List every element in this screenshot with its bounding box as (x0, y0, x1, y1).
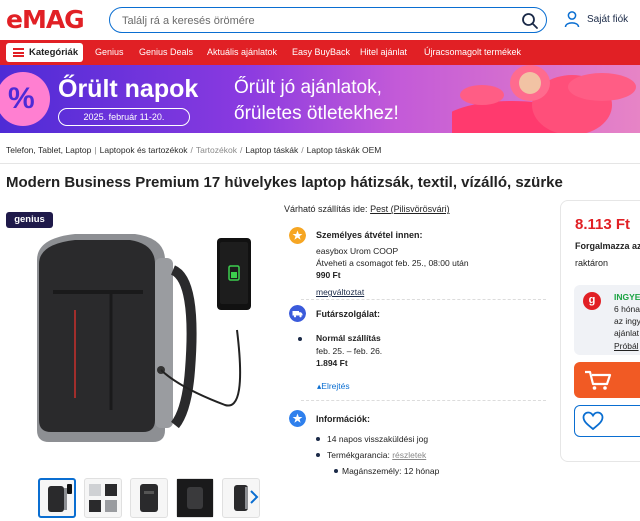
nav-link-genius[interactable]: Genius (95, 47, 124, 57)
percent-badge: % (0, 72, 50, 126)
genius-badge-label: genius (14, 214, 45, 225)
thumbnail[interactable] (176, 478, 214, 518)
bullet (334, 469, 338, 473)
categories-label: Kategóriák (29, 47, 79, 58)
courier-dates: feb. 25. – feb. 26. (316, 346, 383, 356)
shipping-estimate: Várható szállítás ide: Pest (Pilisvörösv… (284, 204, 450, 214)
product-image[interactable] (15, 220, 265, 470)
chevron-right-icon[interactable] (249, 490, 259, 504)
genius-logo-letter: g (588, 294, 596, 306)
nav-link-offers[interactable]: Aktuális ajánlatok (207, 47, 277, 57)
hide-label: Elrejtés (321, 381, 350, 391)
breadcrumb-item[interactable]: Tartozékok (196, 145, 237, 155)
banner-tagline-2: őrületes ötletekhez! (234, 103, 399, 124)
banner-date-pill: 2025. február 11-20. (58, 108, 190, 126)
breadcrumb: Telefon, Tablet, Laptop | Laptopok és tart… (6, 145, 382, 155)
search-icon[interactable] (520, 11, 540, 31)
user-icon (564, 11, 580, 28)
percent-icon: % (8, 82, 35, 115)
seller-label: Forgalmazza az (575, 241, 640, 251)
pickup-place: easybox Urom COOP (316, 246, 399, 256)
banner-date: 2025. február 11-20. (83, 112, 165, 122)
main-nav: Kategóriák Genius Genius Deals Aktuális … (0, 40, 640, 65)
banner-tagline-1: Őrült jó ajánlatok, (234, 77, 382, 98)
courier-price: 1.894 Ft (316, 358, 348, 368)
radio-selected-indicator (298, 337, 302, 341)
warranty: Termékgarancia: részletek (327, 450, 426, 460)
bullet (316, 453, 320, 457)
thumbnail[interactable] (38, 478, 76, 518)
account-menu[interactable]: Saját fiók (563, 10, 638, 30)
breadcrumb-item[interactable]: Laptop táskák (245, 145, 298, 155)
breadcrumb-item[interactable]: Laptop táskák OEM (307, 145, 382, 155)
info-star-icon (289, 410, 306, 427)
shipping-location-link[interactable]: Pest (Pilisvörösvári) (370, 204, 450, 214)
header: eMAG Saját fiók (0, 0, 640, 40)
banner-title: Őrült napok (58, 75, 199, 103)
divider (301, 400, 546, 401)
thumbnail[interactable] (130, 478, 168, 518)
nav-link-refurbished[interactable]: Újracsomagolt termékek (424, 47, 521, 57)
account-label: Saját fiók (587, 14, 629, 25)
thumbnail-strip (38, 478, 278, 518)
heart-icon (582, 411, 604, 431)
hide-shipping-link[interactable]: ▴Elrejtés (317, 381, 350, 392)
genius-badge: genius (6, 212, 53, 228)
shipping-estimate-label: Várható szállítás ide: (284, 204, 368, 214)
genius-promo-title: INGYE (614, 292, 640, 302)
info-title: Információk: (316, 414, 371, 424)
product-title: Modern Business Premium 17 hüvelykes lap… (6, 174, 563, 191)
stock-status: raktáron (575, 258, 609, 268)
genius-promo-line: az ingy (614, 316, 640, 326)
divider (0, 163, 640, 164)
pickup-title: Személyes átvétel innen: (316, 230, 423, 240)
search-input[interactable] (122, 12, 502, 29)
promo-banner[interactable]: % Őrült napok 2025. február 11-20. Őrült… (0, 65, 640, 133)
change-pickup-link[interactable]: megváltoztat (316, 287, 364, 297)
genius-promo-line: ajánlat (614, 328, 640, 338)
nav-link-buyback[interactable]: Easy BuyBack (292, 47, 350, 57)
star-icon (289, 227, 306, 244)
warranty-details-link[interactable]: részletek (392, 450, 426, 460)
breadcrumb-item[interactable]: Telefon, Tablet, Laptop (6, 145, 91, 155)
warranty-label: Termékgarancia: (327, 450, 390, 460)
breadcrumb-item[interactable]: Laptopok és tartozékok (100, 145, 188, 155)
truck-icon (289, 305, 306, 322)
thumbnail[interactable] (84, 478, 122, 518)
return-policy: 14 napos visszaküldési jog (327, 434, 429, 444)
emag-logo[interactable]: eMAG (6, 6, 85, 34)
divider (301, 299, 546, 300)
warranty-person: Magánszemély: 12 hónap (342, 466, 440, 476)
product-price: 8.113 Ft (575, 216, 631, 233)
pickup-price: 990 Ft (316, 270, 341, 280)
courier-type: Normál szállítás (316, 333, 381, 343)
menu-icon (13, 48, 24, 57)
search-bar[interactable] (109, 7, 547, 33)
bullet (316, 437, 320, 441)
nav-link-credit[interactable]: Hitel ajánlat (360, 47, 407, 57)
genius-try-link[interactable]: Próbál (614, 341, 639, 351)
categories-button[interactable]: Kategóriák (6, 43, 83, 62)
nav-link-genius-deals[interactable]: Genius Deals (139, 47, 193, 57)
inflatable-figure-illustration (452, 65, 636, 133)
genius-logo: g (583, 292, 601, 310)
courier-title: Futárszolgálat: (316, 309, 381, 319)
pickup-when: Átveheti a csomagot feb. 25., 08:00 után (316, 258, 469, 268)
cart-icon (585, 370, 612, 390)
genius-promo-line: 6 hóna (614, 304, 640, 314)
